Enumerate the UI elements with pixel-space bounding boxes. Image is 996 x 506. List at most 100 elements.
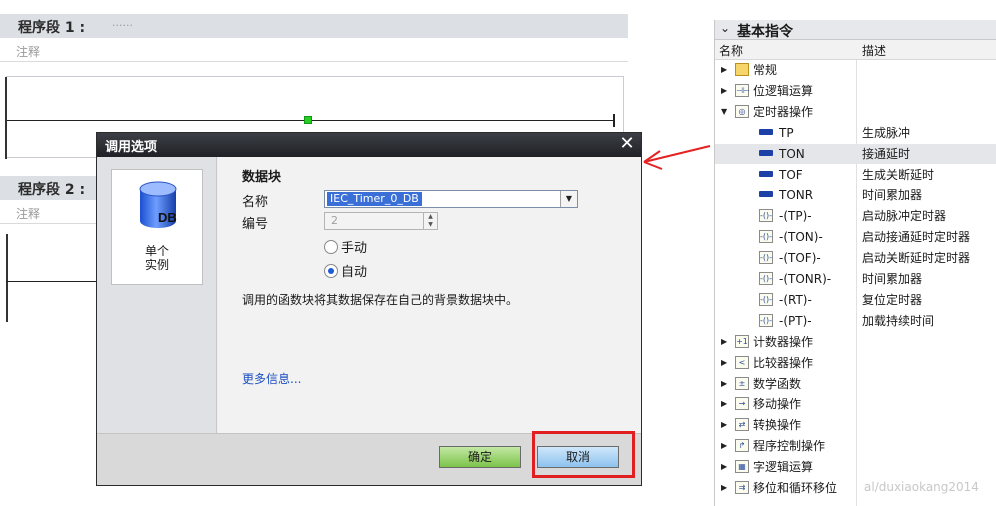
- tree-item-name: TP: [779, 125, 794, 140]
- expand-arrow-icon[interactable]: ▶: [721, 436, 727, 456]
- right-rail-stub: [613, 114, 615, 127]
- tree-item-desc: 启动接通延时定时器: [862, 230, 971, 245]
- tree-item-desc: 生成关断延时: [862, 167, 935, 182]
- single-instance-option[interactable]: DB 单个 实例: [111, 169, 203, 285]
- tree-item-name: -(TON)-: [779, 230, 823, 245]
- instance-label: 单个 实例: [112, 244, 202, 272]
- block-icon: [759, 126, 773, 139]
- db-name-combobox[interactable]: IEC_Timer_0_DB ▼: [324, 190, 578, 208]
- expand-arrow-icon[interactable]: ▶: [721, 353, 727, 373]
- description-text: 调用的函数块将其数据保存在自己的背景数据块中。: [242, 293, 519, 307]
- tree-item-name: TON: [779, 146, 805, 161]
- expand-arrow-icon[interactable]: ▶: [721, 81, 727, 101]
- coil-icon: -()-: [759, 313, 773, 327]
- expand-arrow-icon[interactable]: ▶: [721, 415, 727, 435]
- name-label: 名称: [242, 195, 269, 210]
- tree-row[interactable]: TOF 生成关断延时: [715, 165, 996, 185]
- panel-header[interactable]: ⌄ 基本指令: [715, 20, 996, 40]
- instance-type-pane: DB 单个 实例: [97, 157, 217, 433]
- word-logic-icon: ▦: [735, 460, 749, 474]
- section-title: 数据块: [242, 170, 282, 185]
- tree-item-name: 转换操作: [753, 418, 802, 433]
- tree-item-name: 数学函数: [753, 376, 802, 391]
- expand-arrow-icon[interactable]: ▶: [721, 60, 727, 80]
- number-label: 编号: [242, 217, 269, 232]
- tree-item-name: 常规: [753, 63, 778, 77]
- tree-row[interactable]: ▶ ⇄ 转换操作: [715, 415, 996, 435]
- col-name-header[interactable]: 名称: [719, 42, 743, 59]
- coil-icon: -()-: [759, 251, 773, 265]
- program-control-icon: ↱: [735, 439, 749, 453]
- tree-row[interactable]: -()- -(RT)- 复位定时器: [715, 290, 996, 310]
- expand-arrow-icon[interactable]: ▶: [721, 457, 727, 477]
- insert-point-marker[interactable]: [304, 116, 312, 124]
- coil-icon: -()-: [759, 292, 773, 306]
- db-icon-label: DB: [158, 210, 177, 225]
- network-1-comment[interactable]: 注释: [0, 40, 628, 62]
- instance-label-line2: 实例: [144, 258, 169, 272]
- left-power-rail: [5, 77, 7, 159]
- more-info-link[interactable]: 更多信息...: [242, 370, 301, 387]
- tree-row[interactable]: ▶ ± 数学函数: [715, 374, 996, 394]
- radio-auto-label: 自动: [341, 265, 368, 280]
- tree-row[interactable]: ▶ → 移动操作: [715, 394, 996, 414]
- tree-item-name: 计数器操作: [753, 334, 814, 349]
- tree-row[interactable]: ▶ ⊣⊢ 位逻辑运算: [715, 81, 996, 101]
- ok-button[interactable]: 确定: [439, 446, 521, 468]
- close-icon[interactable]: ✕: [617, 134, 637, 154]
- spinner-arrows-icon[interactable]: ▲ ▼: [423, 213, 437, 229]
- coil-icon: -()-: [759, 272, 773, 285]
- chevron-down-icon[interactable]: ▼: [560, 191, 577, 207]
- convert-icon: ⇄: [735, 418, 749, 432]
- expand-arrow-icon[interactable]: ▶: [721, 332, 727, 352]
- chevron-down-icon[interactable]: ⌄: [720, 21, 730, 35]
- tree-row[interactable]: TON 接通延时: [715, 143, 996, 164]
- radio-manual-indicator: [324, 240, 338, 254]
- network-2-comment-text: 注释: [16, 207, 41, 221]
- tree-item-name: 移动操作: [753, 397, 802, 412]
- tree-item-name: 比较器操作: [753, 355, 814, 370]
- tree-item-name: 定时器操作: [753, 104, 814, 119]
- tree-row[interactable]: -()- -(TOF)- 启动关断延时定时器: [715, 248, 996, 268]
- tree-row[interactable]: TP 生成脉冲: [715, 123, 996, 143]
- tree-row[interactable]: -()- -(TP)- 启动脉冲定时器: [715, 206, 996, 226]
- tree-row[interactable]: ▶ ▦ 字逻辑运算: [715, 457, 996, 477]
- block-icon: [759, 188, 773, 201]
- tree-item-desc: 时间累加器: [862, 188, 923, 203]
- expand-arrow-icon[interactable]: ▶: [721, 478, 727, 498]
- comparator-icon: <: [735, 355, 749, 369]
- tree-row[interactable]: ▶ 常规: [715, 60, 996, 80]
- timer-icon: ◎: [735, 104, 749, 118]
- network-1-header[interactable]: 程序段 1 : ......: [0, 14, 628, 38]
- tree-row[interactable]: TONR 时间累加器: [715, 185, 996, 205]
- tree-row[interactable]: -()- -(TON)- 启动接通延时定时器: [715, 227, 996, 247]
- db-name-value: IEC_Timer_0_DB: [327, 192, 422, 206]
- dialog-titlebar[interactable]: 调用选项 ✕: [97, 133, 641, 157]
- col-desc-header[interactable]: 描述: [862, 42, 886, 59]
- radio-manual-label: 手动: [341, 241, 368, 256]
- ladder-wire-2: [6, 281, 98, 282]
- expand-arrow-icon[interactable]: ▶: [721, 394, 727, 414]
- radio-auto-indicator: [324, 264, 338, 278]
- instructions-panel: ⌄ 基本指令 名称 描述 ▶ 常规 ▶ ⊣⊢ 位逻辑运算 ▼ ◎ 定时器操作 TP 生成脉冲 TON…: [714, 20, 996, 506]
- tree-row[interactable]: ▼ ◎ 定时器操作: [715, 102, 996, 122]
- radio-auto[interactable]: 自动: [324, 261, 367, 280]
- radio-manual[interactable]: 手动: [324, 237, 367, 256]
- tree-row[interactable]: ▶ +1 计数器操作: [715, 332, 996, 352]
- db-number-spinner[interactable]: 2 ▲ ▼: [324, 212, 438, 230]
- tree-item-name: 程序控制操作: [753, 439, 826, 454]
- tree-item-name: -(RT)-: [779, 292, 812, 307]
- tree-row[interactable]: -()- -(TONR)- 时间累加器: [715, 269, 996, 289]
- tree-row[interactable]: -()- -(PT)- 加载持续时间: [715, 311, 996, 331]
- coil-icon: -()-: [759, 230, 773, 244]
- coil-icon: -()-: [759, 209, 773, 223]
- tree-item-name: 位逻辑运算: [753, 83, 814, 98]
- tree-item-name: 字逻辑运算: [753, 460, 814, 475]
- tree-row[interactable]: ▶ < 比较器操作: [715, 353, 996, 373]
- folder-icon: [735, 63, 749, 76]
- tree-row[interactable]: ▶ ↱ 程序控制操作: [715, 436, 996, 456]
- collapse-arrow-icon[interactable]: ▼: [721, 102, 727, 122]
- block-icon: [759, 147, 773, 160]
- tree-item-desc: 启动脉冲定时器: [862, 209, 947, 224]
- expand-arrow-icon[interactable]: ▶: [721, 374, 727, 394]
